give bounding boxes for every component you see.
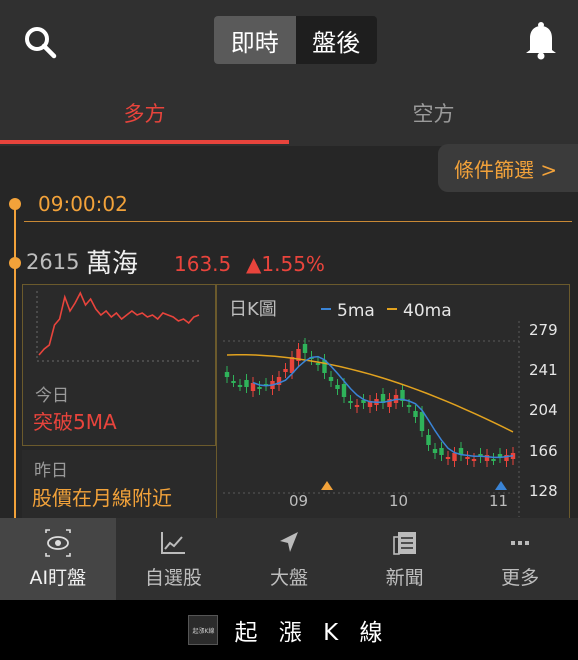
timeline-dot [9, 257, 21, 269]
app-brand-name: 起 漲 K 線 [234, 620, 390, 646]
tab-realtime[interactable]: 即時 [214, 16, 296, 64]
nav-label: AI盯盤 [29, 566, 87, 589]
y-tick: 204 [529, 401, 558, 419]
reason-today-text: 突破5MA [33, 410, 117, 434]
candle-body [452, 453, 457, 461]
reason-yesterday-label: 昨日 [34, 461, 68, 481]
intraday-card[interactable]: 今日 突破5MA [22, 284, 216, 446]
app-screen: 即時 盤後 多方 空方 條件篩選 > 09:00:02 2615 萬海 163.… [0, 0, 578, 660]
candle-body [335, 385, 340, 389]
timeline-dot [9, 198, 21, 210]
tab-long[interactable]: 多方 [0, 80, 289, 146]
tab-after-hours[interactable]: 盤後 [295, 16, 377, 64]
candle-body [315, 363, 321, 365]
signal-marker [495, 481, 507, 490]
x-tick: 09 [289, 492, 308, 510]
chart-icon [161, 531, 186, 554]
candle-body [491, 459, 496, 461]
intraday-sparkline [36, 291, 201, 362]
ma40-line [226, 353, 514, 433]
candle-body [302, 344, 308, 353]
y-tick: 128 [529, 482, 558, 500]
daily-kline-card[interactable]: 日K圖 5ma 40ma 279 241 204 166 128 09 10 1… [216, 284, 570, 520]
candle-body [471, 459, 477, 461]
app-logo: 起漲K線 [188, 615, 219, 645]
eye-icon [44, 528, 71, 557]
nav-label: 更多 [501, 566, 540, 589]
time-divider [24, 221, 572, 222]
nav-watchlist[interactable]: 自選股 [116, 518, 232, 600]
nav-market[interactable]: 大盤 [231, 518, 347, 600]
top-bar: 即時 盤後 [0, 0, 578, 80]
y-tick: 241 [529, 361, 558, 379]
ma40-legend-label: 40ma [403, 301, 452, 321]
candle-body [250, 383, 256, 391]
reason-today-label: 今日 [35, 386, 69, 406]
candle-body [439, 448, 444, 455]
kline-title: 日K圖 [229, 299, 277, 320]
mode-segmented-control: 即時 盤後 [214, 16, 377, 64]
bell-icon[interactable] [522, 20, 560, 60]
candle-body [432, 449, 438, 453]
candle-body [289, 357, 295, 373]
y-tick: 166 [529, 442, 558, 460]
reason-yesterday-card: 昨日 股價在月線附近 [22, 450, 216, 520]
candle-body [406, 405, 412, 407]
candle-body [341, 384, 347, 397]
search-icon[interactable] [22, 24, 58, 60]
more-icon [511, 540, 530, 545]
candle-body [257, 387, 262, 389]
active-tab-indicator [0, 140, 289, 144]
candle-body [244, 380, 249, 387]
candle-body [348, 401, 353, 403]
bottom-navigation: AI盯盤 自選股 大盤 新聞 更多 [0, 518, 578, 600]
intraday-price-line [38, 291, 200, 356]
nav-more[interactable]: 更多 [462, 518, 578, 600]
candle-body [328, 377, 334, 381]
candle-body [231, 381, 236, 383]
ma5-legend-label: 5ma [337, 301, 375, 321]
nav-label: 自選股 [144, 566, 202, 589]
nav-news[interactable]: 新聞 [347, 518, 463, 600]
nav-label: 大盤 [269, 566, 308, 589]
y-tick: 279 [529, 321, 558, 339]
candle-body [283, 369, 288, 372]
stock-code[interactable]: 2615 [26, 250, 79, 274]
alert-time: 09:00:02 [38, 192, 128, 216]
timeline-line [14, 200, 16, 520]
newspaper-icon [392, 531, 416, 555]
x-tick: 11 [489, 492, 508, 510]
navigation-arrow-icon [279, 531, 298, 552]
candle-body [413, 411, 418, 417]
filter-conditions-button[interactable]: 條件篩選 > [438, 144, 578, 192]
candle-body [445, 457, 451, 459]
candle-body [426, 435, 431, 445]
stock-name[interactable]: 萬海 [86, 243, 138, 280]
daily-kline-chart: 日K圖 5ma 40ma 279 241 204 166 128 09 10 1… [223, 299, 558, 517]
candle-body [224, 372, 230, 377]
nav-label: 新聞 [385, 566, 424, 589]
signal-marker-up [321, 481, 333, 490]
x-tick: 10 [389, 492, 408, 510]
tab-short[interactable]: 空方 [289, 80, 578, 146]
reason-yesterday-text: 股價在月線附近 [32, 486, 172, 510]
app-footer: 起漲K線 起 漲 K 線 [0, 600, 578, 660]
direction-tabs: 多方 空方 [0, 80, 578, 146]
candle-body [419, 412, 425, 431]
candle-body [354, 405, 360, 407]
candle-body [237, 385, 243, 387]
candle-body [465, 457, 470, 459]
stock-price: 163.5 [174, 252, 232, 276]
nav-ai-watch[interactable]: AI盯盤 [0, 518, 116, 600]
stock-change: ▲1.55% [246, 252, 325, 276]
